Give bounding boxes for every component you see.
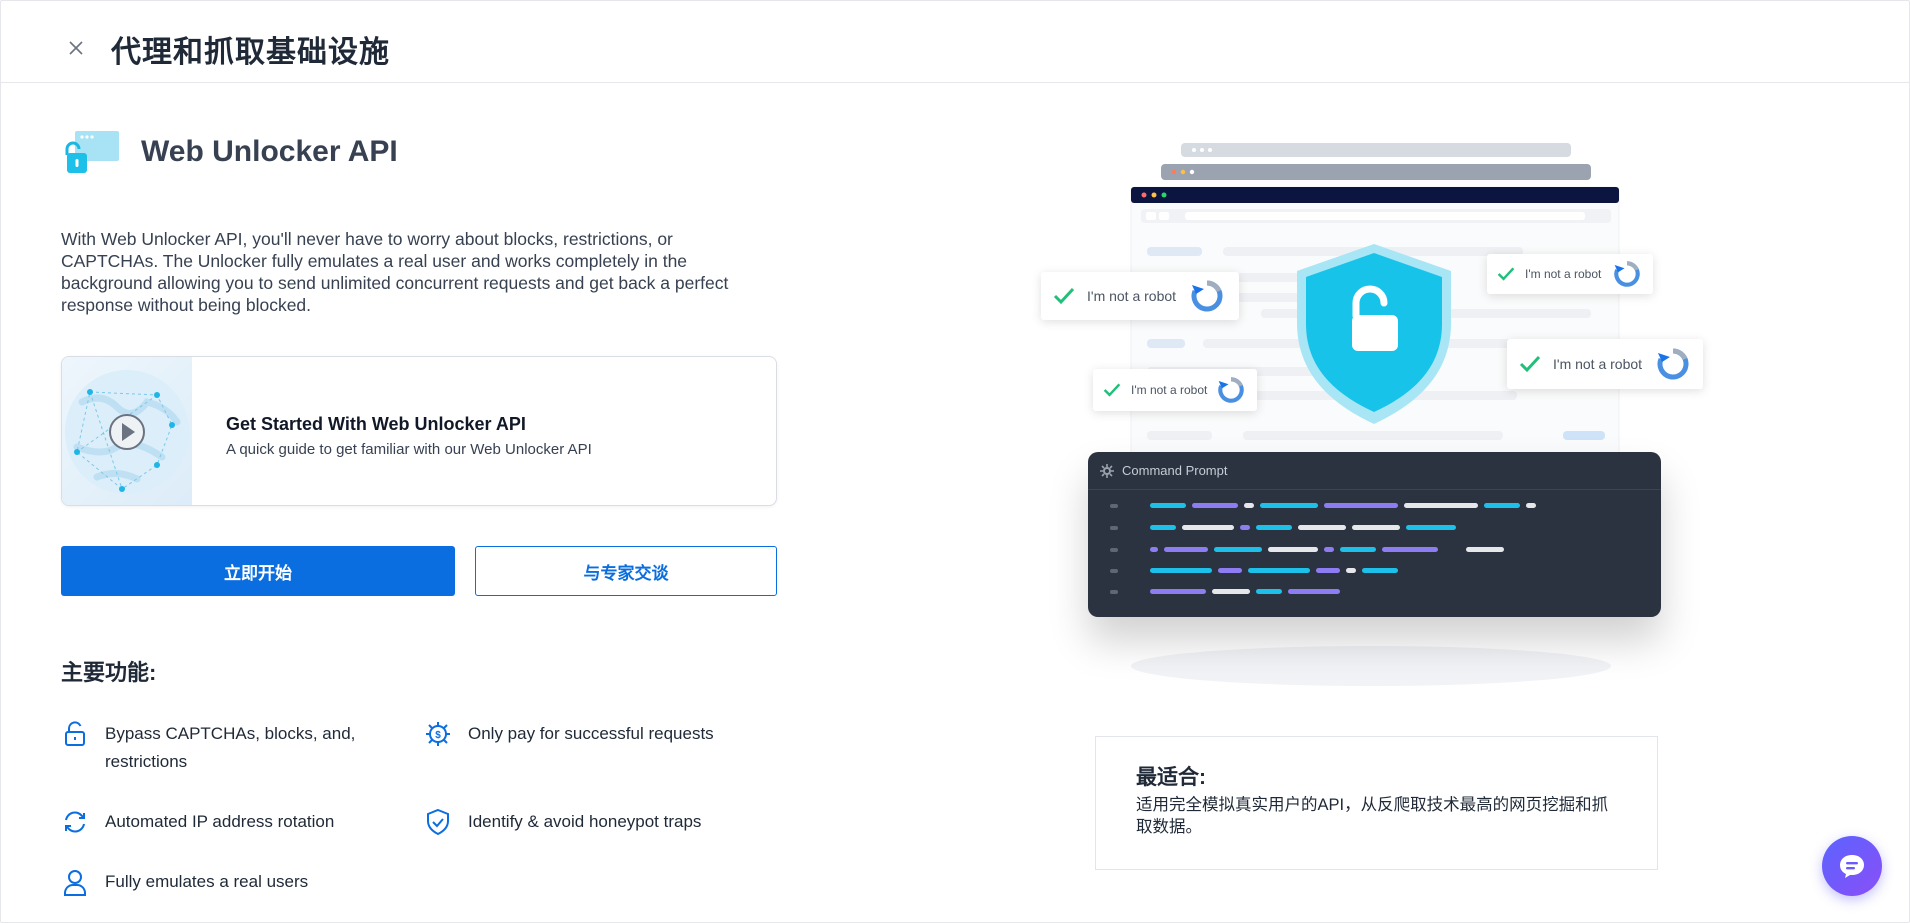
user-icon <box>61 868 89 896</box>
feature-label: Fully emulates a real users <box>105 872 309 891</box>
chat-icon <box>1840 855 1864 878</box>
modal-header: 代理和抓取基础设施 <box>1 1 1910 83</box>
feature-label: Identify & avoid honeypot traps <box>468 812 702 831</box>
captcha-label: I'm not a robot <box>1131 383 1208 397</box>
feature-item: $ Only pay for successful requests <box>424 720 754 748</box>
feature-item: Identify & avoid honeypot traps <box>424 808 754 836</box>
best-for-title: 最适合: <box>1136 766 1206 789</box>
recaptcha-icon <box>1657 348 1689 380</box>
modal-window: 代理和抓取基础设施 Web Unlocker API With Web Unlo… <box>0 0 1910 923</box>
captcha-badge: I'm not a robot <box>1507 339 1703 389</box>
feature-label: Only pay for successful requests <box>468 724 714 743</box>
chat-button[interactable] <box>1822 836 1882 896</box>
feature-label: Automated IP address rotation <box>105 812 335 831</box>
recaptcha-icon <box>1191 280 1223 312</box>
page-title: 代理和抓取基础设施 <box>111 36 390 69</box>
feature-item: Bypass CAPTCHAs, blocks, and, restrictio… <box>61 720 381 776</box>
captcha-badge: I'm not a robot <box>1041 272 1239 320</box>
start-now-button[interactable]: 立即开始 <box>61 546 455 596</box>
captcha-label: I'm not a robot <box>1087 288 1177 304</box>
recaptcha-icon <box>1218 377 1245 403</box>
best-for-panel: 最适合: 适用完全模拟真实用户的API，从反爬取技术最高的网页挖掘和抓取数据。 <box>1095 736 1658 870</box>
shield-check-icon <box>424 808 452 836</box>
svg-text:$: $ <box>435 730 441 741</box>
guide-thumbnail <box>62 357 192 505</box>
code-lines <box>1110 503 1536 594</box>
product-title: Web Unlocker API <box>141 135 398 168</box>
guide-subtitle: A quick guide to get familiar with our W… <box>226 441 592 458</box>
unlock-icon <box>61 720 89 748</box>
play-icon <box>109 414 145 450</box>
guide-title: Get Started With Web Unlocker API <box>226 414 526 434</box>
recaptcha-icon <box>1614 261 1641 287</box>
command-prompt-panel: Command Prompt <box>1088 452 1661 617</box>
unlocked-browser-icon <box>61 129 121 177</box>
rotate-icon <box>61 808 89 836</box>
command-prompt-title: Command Prompt <box>1122 463 1228 478</box>
captcha-badge: I'm not a robot <box>1093 369 1257 411</box>
feature-label: Bypass CAPTCHAs, blocks, and, restrictio… <box>105 724 356 771</box>
close-button[interactable] <box>61 33 91 63</box>
close-icon <box>69 41 83 55</box>
get-started-guide-card[interactable]: Get Started With Web Unlocker API A quic… <box>61 356 777 506</box>
feature-item: Fully emulates a real users <box>61 868 391 896</box>
captcha-badge: I'm not a robot <box>1487 254 1653 294</box>
gear-icon <box>1100 463 1114 478</box>
product-description: With Web Unlocker API, you'll never have… <box>61 229 729 315</box>
dollar-gear-icon: $ <box>424 720 452 748</box>
best-for-text: 适用完全模拟真实用户的API，从反爬取技术最高的网页挖掘和抓取数据。 <box>1136 796 1609 836</box>
feature-item: Automated IP address rotation <box>61 808 391 836</box>
captcha-label: I'm not a robot <box>1525 267 1602 281</box>
features-title: 主要功能: <box>61 660 157 685</box>
captcha-label: I'm not a robot <box>1553 356 1643 372</box>
talk-to-expert-button[interactable]: 与专家交谈 <box>475 546 777 596</box>
